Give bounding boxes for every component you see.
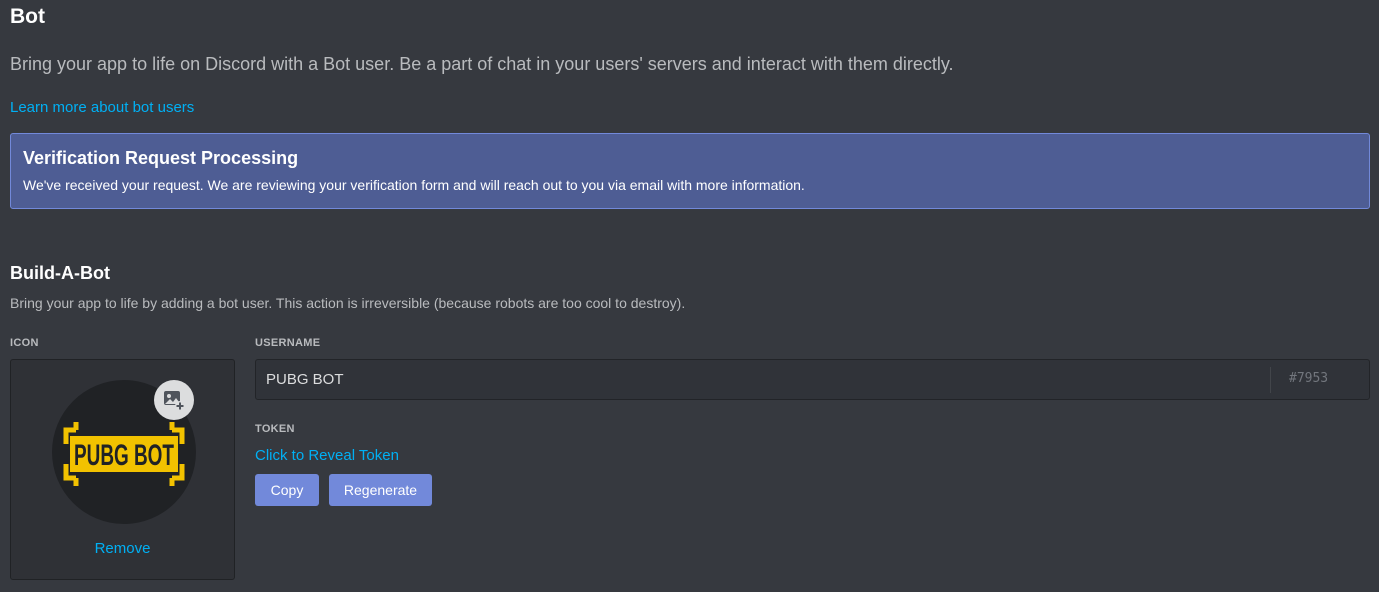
- icon-label: ICON: [10, 337, 39, 349]
- username-label: USERNAME: [255, 337, 321, 349]
- avatar-text: PUBG BOT: [74, 439, 174, 472]
- upload-image-button[interactable]: [154, 380, 194, 420]
- regenerate-button[interactable]: Regenerate: [329, 474, 432, 506]
- copy-button[interactable]: Copy: [255, 474, 319, 506]
- bot-icon-card: PUBG BOT Remove: [10, 359, 235, 580]
- section-title: Build-A-Bot: [10, 263, 110, 283]
- reveal-token-link[interactable]: Click to Reveal Token: [255, 447, 399, 464]
- remove-icon-link[interactable]: Remove: [11, 540, 234, 557]
- bot-settings-page: Bot Bring your app to life on Discord wi…: [0, 0, 1379, 592]
- add-image-icon: [164, 391, 185, 411]
- verification-notice: Verification Request Processing We've re…: [10, 133, 1370, 209]
- username-input[interactable]: [256, 360, 1270, 399]
- discriminator-divider: [1270, 367, 1271, 393]
- learn-more-link[interactable]: Learn more about bot users: [10, 99, 194, 116]
- discriminator: #7953: [1289, 371, 1329, 386]
- page-description: Bring your app to life on Discord with a…: [10, 54, 954, 74]
- username-field: #7953: [255, 359, 1370, 400]
- section-description: Bring your app to life by adding a bot u…: [10, 295, 686, 311]
- token-label: TOKEN: [255, 423, 295, 435]
- notice-title: Verification Request Processing: [23, 148, 299, 168]
- page-title: Bot: [10, 5, 45, 28]
- notice-text: We've received your request. We are revi…: [23, 177, 805, 193]
